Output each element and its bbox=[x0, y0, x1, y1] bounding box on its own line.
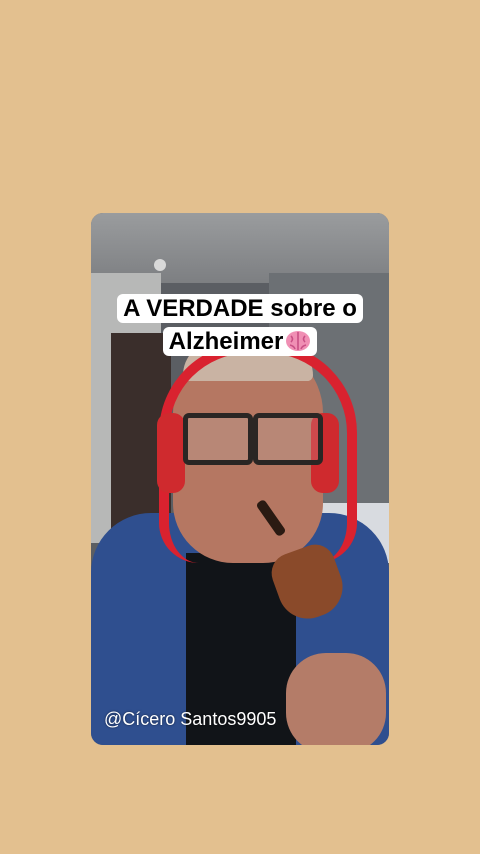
glasses bbox=[183, 413, 323, 465]
hand bbox=[286, 653, 386, 745]
glasses-lens-left bbox=[183, 413, 253, 465]
headphone-left-cup bbox=[157, 413, 185, 493]
video-caption: A VERDADE sobre o Alzheimer bbox=[0, 292, 480, 358]
brain-icon bbox=[286, 331, 311, 351]
glasses-lens-right bbox=[253, 413, 323, 465]
caption-line-2-text: Alzheimer bbox=[168, 328, 284, 355]
caption-line-2: Alzheimer bbox=[162, 327, 318, 356]
creator-handle: @Cícero Santos9905 bbox=[104, 709, 277, 729]
ceiling-lamp bbox=[154, 259, 166, 271]
caption-line-1: A VERDADE sobre o bbox=[117, 294, 363, 323]
